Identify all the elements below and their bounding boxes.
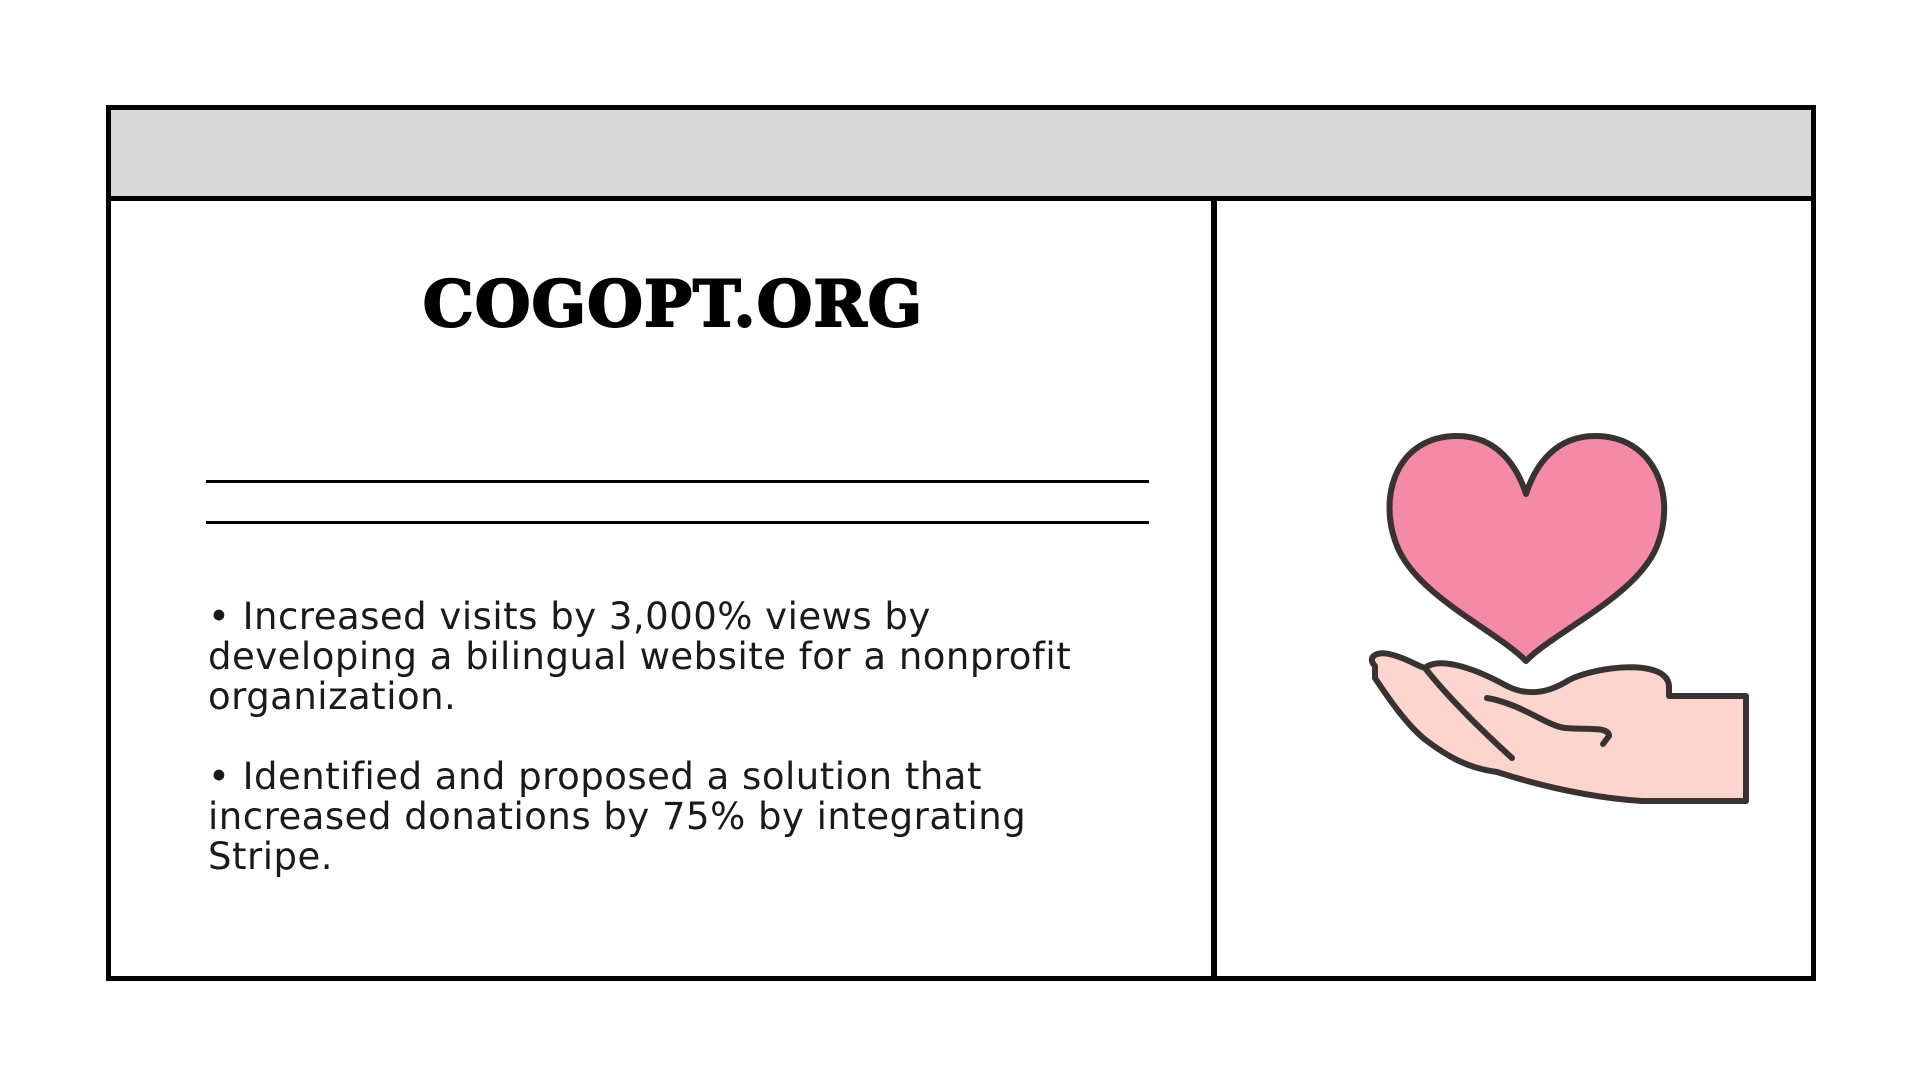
- illustration-panel: [1217, 201, 1811, 976]
- heart-in-hand-icon: [1368, 433, 1749, 804]
- title-rule-top: [206, 480, 1149, 483]
- card-frame: COGOPT.ORG Increased visits by 3,000% vi…: [106, 105, 1816, 981]
- text-panel: COGOPT.ORG Increased visits by 3,000% vi…: [111, 201, 1211, 976]
- title-rule-bottom: [206, 521, 1149, 524]
- header-bar: [111, 110, 1811, 201]
- bullet-item: Increased visits by 3,000% views by deve…: [208, 597, 1148, 717]
- bullet-list: Increased visits by 3,000% views by deve…: [208, 597, 1148, 917]
- card-title: COGOPT.ORG: [422, 267, 924, 342]
- heart-icon: [1386, 433, 1668, 664]
- bullet-item: Identified and proposed a solution that …: [208, 757, 1148, 877]
